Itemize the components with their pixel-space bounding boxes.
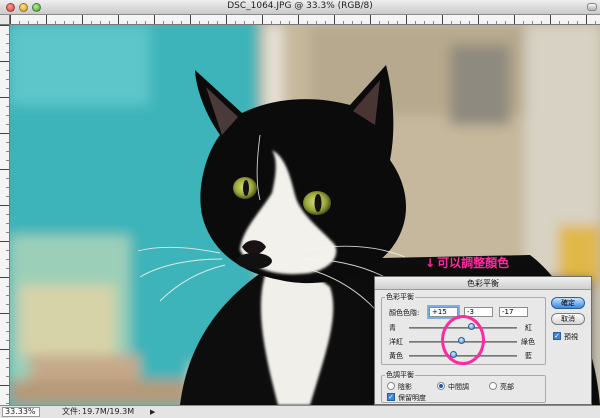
- window-title: DSC_1064.JPG @ 33.3% (RGB/8): [227, 1, 373, 11]
- color-levels-label: 顏色色階:: [389, 309, 420, 317]
- shadows-radio[interactable]: [387, 382, 395, 390]
- zoom-level-field[interactable]: 33.33%: [2, 407, 40, 417]
- vertical-ruler[interactable]: [0, 25, 10, 405]
- title-bar: DSC_1064.JPG @ 33.3% (RGB/8): [0, 0, 600, 15]
- cyan-red-level-field[interactable]: +15: [429, 307, 458, 317]
- highlights-label: 亮部: [500, 383, 514, 391]
- down-arrow-icon: ↓: [425, 256, 436, 270]
- cyan-label: 青: [389, 324, 396, 332]
- annotation-text: 可以調整顏色: [437, 256, 510, 270]
- midtones-radio[interactable]: [437, 382, 445, 390]
- midtones-label: 中間調: [448, 383, 469, 391]
- magenta-label: 洋紅: [389, 338, 403, 346]
- ok-button[interactable]: 確定: [551, 297, 585, 309]
- annotation-circle: [441, 315, 485, 365]
- preview-label: 預視: [564, 333, 578, 341]
- red-label: 紅: [525, 324, 532, 332]
- dialog-title: 色彩平衡: [375, 277, 591, 290]
- green-label: 綠色: [521, 338, 535, 346]
- status-menu-arrow-icon[interactable]: ▶: [150, 408, 155, 416]
- preview-checkbox[interactable]: ✓: [553, 332, 561, 340]
- yellow-label: 黃色: [389, 352, 403, 360]
- status-bar: 33.33% 文件: 19.7M/19.3M ▶: [0, 405, 600, 418]
- shadows-label: 陰影: [398, 383, 412, 391]
- blue-label: 藍: [525, 352, 532, 360]
- tone-balance-group-label: 色調平衡: [385, 370, 415, 380]
- annotation-label: ↓ 可以調整顏色: [425, 254, 509, 271]
- document-size-value: 19.7M/19.3M: [82, 407, 135, 416]
- yellow-blue-level-field[interactable]: -17: [499, 307, 528, 317]
- toolbar-toggle-icon[interactable]: [587, 3, 597, 11]
- preserve-luminosity-checkbox[interactable]: ✓: [387, 393, 395, 401]
- document-size-label: 文件:: [62, 407, 81, 416]
- highlights-radio[interactable]: [489, 382, 497, 390]
- color-balance-group-label: 色彩平衡: [385, 292, 415, 302]
- cancel-button[interactable]: 取消: [551, 313, 585, 325]
- horizontal-ruler[interactable]: [10, 15, 600, 25]
- ruler-origin[interactable]: [0, 15, 10, 25]
- preserve-luminosity-label: 保留明度: [398, 394, 426, 402]
